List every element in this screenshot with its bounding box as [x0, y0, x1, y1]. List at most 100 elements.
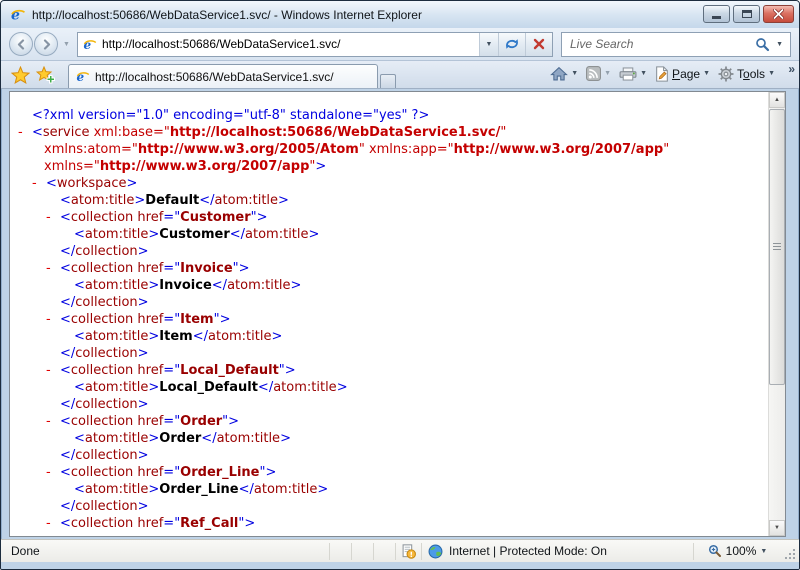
- scroll-thumb[interactable]: [769, 109, 785, 385]
- xml-token-t: atom:title: [85, 380, 148, 395]
- history-dropdown[interactable]: ▼: [63, 41, 70, 48]
- tools-button[interactable]: Tools ▼: [714, 62, 779, 85]
- xml-token-m: </: [60, 295, 75, 310]
- xml-token-m: >: [148, 278, 159, 293]
- xml-token-m: >: [138, 499, 149, 514]
- xml-token-tx: Local_Default: [159, 380, 258, 395]
- feeds-dropdown[interactable]: ▼: [604, 70, 611, 77]
- xml-collapse-marker[interactable]: -: [46, 515, 60, 532]
- xml-collapse-marker[interactable]: -: [46, 260, 60, 277]
- xml-token-m: </: [239, 482, 254, 497]
- resize-grip-icon[interactable]: [781, 543, 796, 560]
- xml-token-m: </: [60, 397, 75, 412]
- favorites-button[interactable]: [7, 63, 33, 86]
- tools-dropdown[interactable]: ▼: [768, 70, 775, 77]
- xml-token-t: atom:title: [208, 329, 271, 344]
- forward-button[interactable]: [34, 32, 58, 56]
- back-icon: [16, 39, 27, 50]
- scroll-track[interactable]: [769, 108, 785, 520]
- xml-token-t: href: [137, 312, 163, 327]
- maximize-button[interactable]: [733, 5, 760, 23]
- xml-line: -<collection href="Order_Line">: [10, 464, 768, 481]
- print-dropdown[interactable]: ▼: [640, 70, 647, 77]
- xml-token-m: <: [60, 261, 71, 276]
- tab-active[interactable]: e http://localhost:50686/WebDataService1…: [68, 64, 378, 88]
- xml-token-t: collection: [75, 397, 137, 412]
- page-alert-icon: [402, 544, 416, 559]
- page-alert-indicator[interactable]: [395, 543, 421, 560]
- xml-token-nsv: http://www.w3.org/2005/Atom: [138, 142, 359, 157]
- scroll-up-button[interactable]: ▲: [769, 92, 785, 108]
- add-favorite-button[interactable]: [33, 63, 59, 86]
- xml-token-nsv: http://www.w3.org/2007/app: [100, 159, 310, 174]
- vertical-scrollbar[interactable]: ▲ ▼: [768, 92, 785, 536]
- xml-token-t: workspace: [57, 176, 127, 191]
- print-button[interactable]: ▼: [615, 62, 651, 85]
- xml-token-m: </: [258, 380, 273, 395]
- xml-collapse-marker[interactable]: -: [46, 362, 60, 379]
- address-dropdown[interactable]: ▼: [479, 33, 498, 56]
- xml-token-av: Ref_Call: [180, 516, 238, 531]
- tab-label: http://localhost:50686/WebDataService1.s…: [95, 70, 334, 84]
- search-dropdown[interactable]: ▼: [776, 41, 783, 48]
- stop-button[interactable]: [525, 33, 552, 56]
- xml-token-m: >: [148, 482, 159, 497]
- xml-token-m: >: [278, 193, 289, 208]
- home-button[interactable]: ▼: [546, 62, 582, 85]
- xml-token-m: <?xml version="1.0" encoding="utf-8" sta…: [32, 108, 429, 123]
- svg-text:e: e: [83, 38, 91, 51]
- xml-token-t: collection: [71, 516, 138, 531]
- xml-token-m: >: [317, 482, 328, 497]
- print-icon: [619, 67, 637, 81]
- xml-collapse-marker[interactable]: -: [32, 175, 46, 192]
- page-button[interactable]: Page ▼: [651, 62, 714, 85]
- xml-token-m: ">: [222, 414, 239, 429]
- maximize-icon: [742, 10, 752, 18]
- new-tab-button[interactable]: [380, 74, 396, 88]
- close-button[interactable]: [763, 5, 794, 23]
- search-icon[interactable]: [755, 37, 770, 52]
- xml-token-m: </: [60, 448, 75, 463]
- xml-token-m: </: [201, 431, 216, 446]
- feeds-button[interactable]: ▼: [582, 62, 615, 85]
- xml-token-m: >: [138, 244, 149, 259]
- address-bar: e http://localhost:50686/WebDataService1…: [77, 32, 553, 57]
- xml-token-t: href: [137, 465, 163, 480]
- xml-token-ns: xmlns:atom=": [44, 142, 138, 157]
- page-dropdown[interactable]: ▼: [703, 70, 710, 77]
- xml-token-t: atom:title: [71, 193, 134, 208]
- xml-token-m: <: [74, 431, 85, 446]
- xml-collapse-marker[interactable]: -: [46, 311, 60, 328]
- xml-collapse-marker[interactable]: -: [46, 413, 60, 430]
- xml-collapse-marker[interactable]: -: [46, 464, 60, 481]
- toolbar-overflow-button[interactable]: »: [788, 62, 795, 76]
- xml-collapse-marker[interactable]: -: [18, 124, 32, 141]
- xml-token-t: href: [137, 261, 163, 276]
- home-dropdown[interactable]: ▼: [571, 70, 578, 77]
- xml-token-m: >: [271, 329, 282, 344]
- xml-token-nsv: http://www.w3.org/2007/app: [454, 142, 664, 157]
- status-cell: [351, 543, 373, 560]
- scroll-down-button[interactable]: ▼: [769, 520, 785, 536]
- xml-collapse-marker[interactable]: -: [46, 209, 60, 226]
- xml-token-m: >: [337, 380, 348, 395]
- xml-token-m: </: [60, 244, 75, 259]
- security-zone[interactable]: Internet | Protected Mode: On: [421, 543, 693, 560]
- back-button[interactable]: [9, 32, 33, 56]
- tools-label: o: [743, 67, 750, 81]
- xml-token-t: collection: [71, 210, 138, 225]
- window-title: http://localhost:50686/WebDataService1.s…: [32, 8, 422, 22]
- xml-line: xmlns="http://www.w3.org/2007/app">: [10, 158, 768, 175]
- xml-line: -<collection href="Invoice">: [10, 260, 768, 277]
- search-input[interactable]: Live Search: [562, 37, 755, 51]
- address-input[interactable]: http://localhost:50686/WebDataService1.s…: [102, 33, 479, 56]
- status-text: Done: [4, 544, 329, 558]
- xml-token-tx: Invoice: [159, 278, 211, 293]
- refresh-button[interactable]: [498, 33, 525, 56]
- minimize-button[interactable]: [703, 5, 730, 23]
- zoom-control[interactable]: 100% ▼: [693, 543, 781, 560]
- zoom-dropdown[interactable]: ▼: [760, 548, 767, 555]
- xml-token-t: atom:title: [254, 482, 317, 497]
- xml-token-m: </: [230, 227, 245, 242]
- xml-token-t: collection: [75, 346, 137, 361]
